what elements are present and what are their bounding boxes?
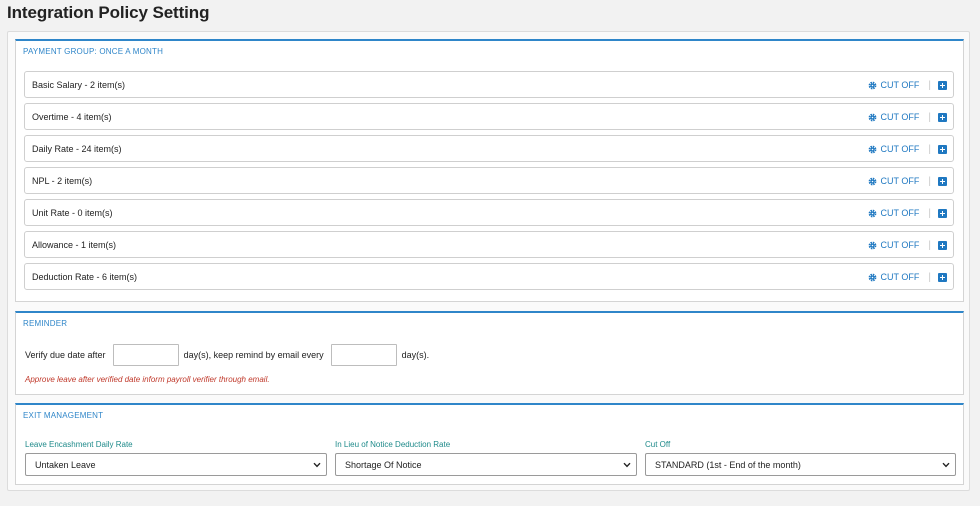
gear-icon [868,209,876,217]
gear-icon [868,145,876,153]
cut-off-button[interactable]: CUT OFF [868,272,920,282]
reminder-title: REMINDER [23,319,68,328]
payment-group-title: PAYMENT GROUP: ONCE A MONTH [23,47,164,56]
chevron-down-icon [623,462,631,468]
pay-row-label: Basic Salary - 2 item(s) [32,80,126,90]
cut-off-label: CUT OFF [880,176,920,186]
payment-group-panel: PAYMENT GROUP: ONCE A MONTH Basic Salary… [15,39,964,302]
select-value: STANDARD (1st - End of the month) [655,460,801,470]
cut-off-label: CUT OFF [880,112,920,122]
divider: | [928,207,931,219]
chevron-down-icon [942,462,950,468]
reminder-text-middle: day(s), keep remind by email every [183,350,324,360]
exit-management-title: EXIT MANAGEMENT [23,411,104,420]
cut-off-button[interactable]: CUT OFF [868,176,920,186]
divider: | [928,79,931,91]
cut-off-button[interactable]: CUT OFF [868,240,920,250]
divider: | [928,175,931,187]
divider: | [928,111,931,123]
pay-row-label: Deduction Rate - 6 item(s) [32,272,138,282]
plus-square-icon[interactable] [938,240,947,250]
pay-row-deduction-rate: Deduction Rate - 6 item(s) CUT OFF | [24,263,954,290]
cut-off-label: CUT OFF [880,144,920,154]
cut-off-button[interactable]: CUT OFF [868,144,920,154]
pay-row-label: NPL - 2 item(s) [32,176,93,186]
chevron-down-icon [313,462,321,468]
cut-off-field-label: Cut Off [645,440,671,449]
cut-off-label: CUT OFF [880,208,920,218]
notice-deduction-label: In Lieu of Notice Deduction Rate [335,440,451,449]
reminder-text-before: Verify due date after [25,350,106,360]
cut-off-button[interactable]: CUT OFF [868,80,920,90]
plus-square-icon[interactable] [938,176,947,186]
cut-off-label: CUT OFF [880,80,920,90]
pay-row-overtime: Overtime - 4 item(s) CUT OFF | [24,103,954,130]
pay-row-allowance: Allowance - 1 item(s) CUT OFF | [24,231,954,258]
plus-square-icon[interactable] [938,272,947,282]
verify-days-input[interactable] [112,344,179,366]
pay-row-label: Allowance - 1 item(s) [32,240,117,250]
pay-row-label: Overtime - 4 item(s) [32,112,112,122]
pay-row-label: Daily Rate - 24 item(s) [32,144,122,154]
policy-container: PAYMENT GROUP: ONCE A MONTH Basic Salary… [7,31,970,491]
plus-square-icon[interactable] [938,144,947,154]
plus-square-icon[interactable] [938,80,947,90]
gear-icon [868,273,876,281]
reminder-panel: REMINDER Verify due date after day(s), k… [15,311,964,395]
page-title: Integration Policy Setting [7,3,210,22]
gear-icon [868,113,876,121]
pay-row-npl: NPL - 2 item(s) CUT OFF | [24,167,954,194]
notice-deduction-select[interactable]: Shortage Of Notice [335,453,637,476]
divider: | [928,143,931,155]
reminder-note: Approve leave after verified date inform… [25,375,270,384]
pay-row-unit-rate: Unit Rate - 0 item(s) CUT OFF | [24,199,954,226]
select-value: Shortage Of Notice [345,460,422,470]
leave-encashment-label: Leave Encashment Daily Rate [25,440,133,449]
plus-square-icon[interactable] [938,208,947,218]
cut-off-button[interactable]: CUT OFF [868,208,920,218]
remind-days-input[interactable] [330,344,397,366]
cut-off-button[interactable]: CUT OFF [868,112,920,122]
plus-square-icon[interactable] [938,112,947,122]
reminder-text-after: day(s). [401,350,430,360]
gear-icon [868,177,876,185]
divider: | [928,239,931,251]
select-value: Untaken Leave [35,460,96,470]
pay-row-daily-rate: Daily Rate - 24 item(s) CUT OFF | [24,135,954,162]
divider: | [928,271,931,283]
gear-icon [868,241,876,249]
exit-management-panel: EXIT MANAGEMENT Leave Encashment Daily R… [15,403,964,485]
reminder-sentence: Verify due date after day(s), keep remin… [25,344,429,366]
leave-encashment-select[interactable]: Untaken Leave [25,453,327,476]
gear-icon [868,81,876,89]
cut-off-label: CUT OFF [880,240,920,250]
pay-row-basic-salary: Basic Salary - 2 item(s) CUT OFF | [24,71,954,98]
pay-row-label: Unit Rate - 0 item(s) [32,208,113,218]
cut-off-label: CUT OFF [880,272,920,282]
cut-off-select[interactable]: STANDARD (1st - End of the month) [645,453,956,476]
